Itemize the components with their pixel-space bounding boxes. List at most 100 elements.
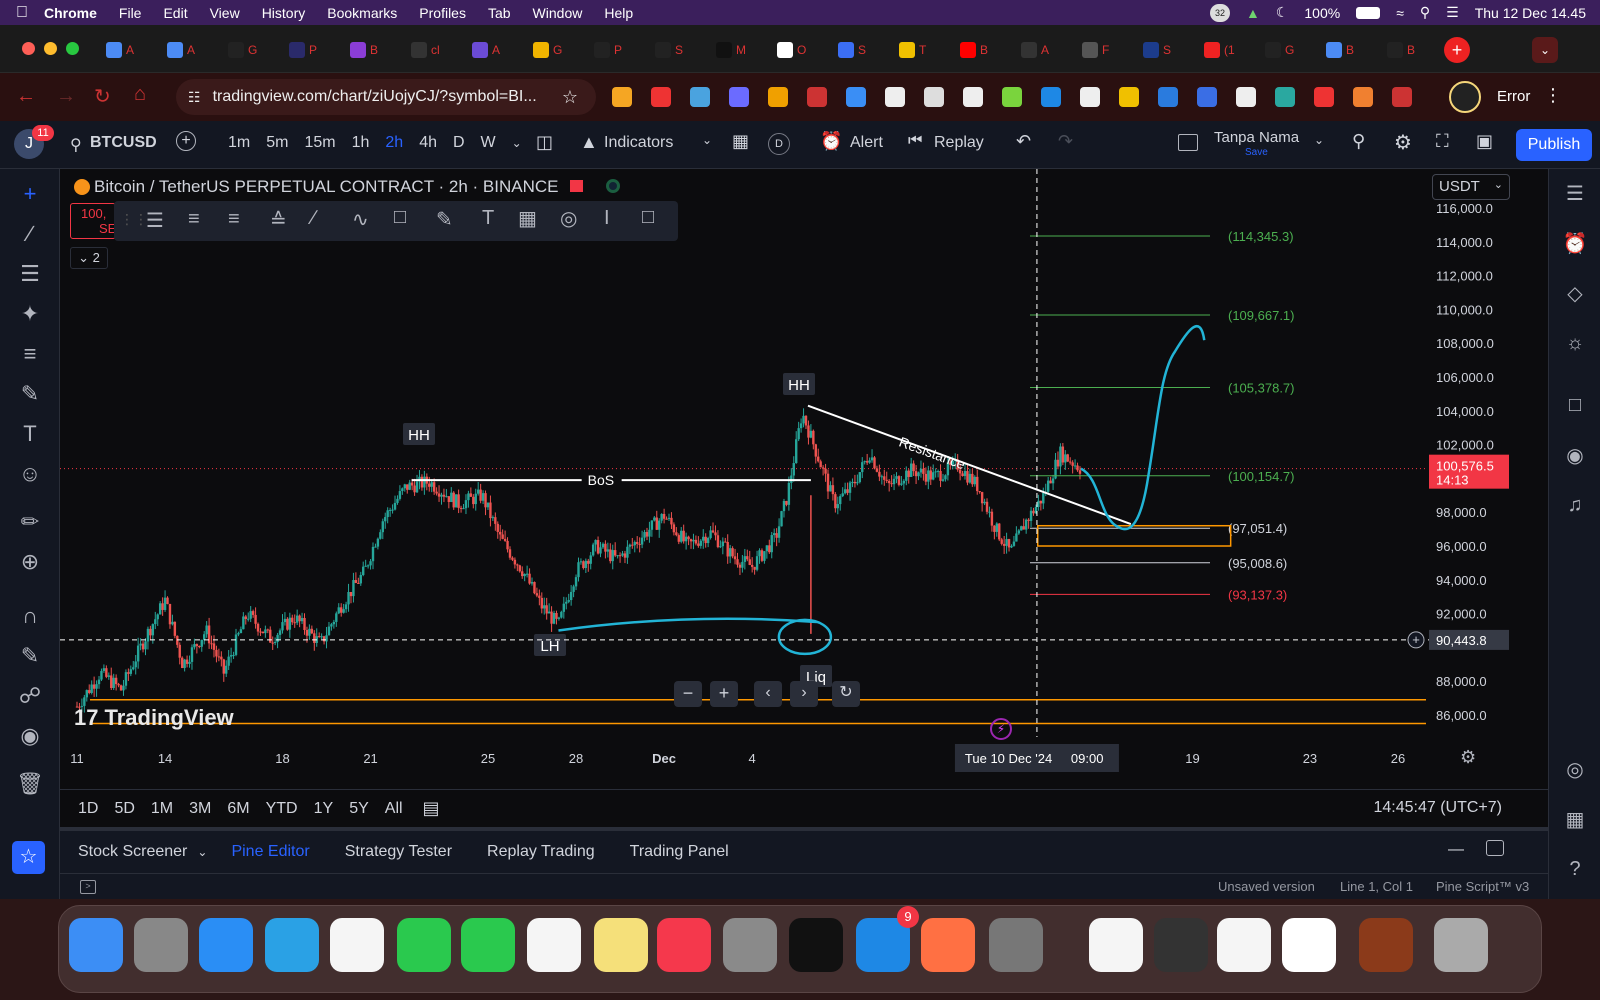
dock-reminders-icon[interactable]: [527, 918, 581, 972]
profile-avatar[interactable]: [1449, 81, 1481, 113]
extension-1-icon[interactable]: [612, 87, 632, 107]
tf-4h[interactable]: 4h: [419, 134, 437, 152]
symbol-name[interactable]: BTCUSD: [90, 134, 157, 152]
home-icon[interactable]: ⌂: [134, 83, 146, 106]
extension-5-icon[interactable]: [768, 87, 788, 107]
lock-drawing-icon[interactable]: ✎: [15, 641, 45, 671]
lightning-event-icon[interactable]: ⚡: [990, 718, 1012, 740]
maximize-window-button[interactable]: [66, 42, 79, 55]
tf-15m[interactable]: 15m: [304, 134, 335, 152]
dom-icon[interactable]: ◎: [1561, 755, 1589, 783]
scroll-right-button[interactable]: ›: [790, 681, 818, 707]
alerts-clock-icon[interactable]: ⏰: [1561, 229, 1589, 257]
ruler-icon[interactable]: ✏: [15, 507, 45, 537]
extension-15-icon[interactable]: [1158, 87, 1178, 107]
hh-label-2[interactable]: HH: [783, 373, 815, 395]
emoji-icon[interactable]: ☺: [15, 459, 45, 489]
forward-icon[interactable]: →: [56, 85, 76, 108]
replay-icon[interactable]: ⏮: [908, 132, 922, 150]
dock-launchpad-icon[interactable]: [134, 918, 188, 972]
streams-icon[interactable]: ◉: [1561, 441, 1589, 469]
menu-window[interactable]: Window: [533, 5, 583, 21]
dock-notes-icon[interactable]: [594, 918, 648, 972]
browser-tab[interactable]: A: [472, 37, 526, 63]
tf-d[interactable]: D: [453, 134, 465, 152]
moon-icon[interactable]: ☾: [1276, 4, 1289, 21]
path-tool-icon[interactable]: ∿: [352, 207, 369, 232]
extension-13-icon[interactable]: [1080, 87, 1100, 107]
apple-icon[interactable]: : [0, 4, 44, 22]
chat-icon[interactable]: □: [1561, 391, 1589, 419]
browser-tab[interactable]: G: [1265, 37, 1319, 63]
dock-tool-icon[interactable]: [921, 918, 975, 972]
redo-icon[interactable]: ↷: [1058, 131, 1073, 152]
parallel-channel-icon[interactable]: ≡: [188, 208, 200, 231]
replay-button[interactable]: Replay: [934, 134, 984, 152]
extension-17-icon[interactable]: [1236, 87, 1256, 107]
pattern-tool-icon[interactable]: ✦: [15, 299, 45, 329]
dock-trash-icon[interactable]: [1434, 918, 1488, 972]
rectangle-tool-icon[interactable]: □: [642, 206, 654, 229]
settings-gear-icon[interactable]: ⚙: [1394, 130, 1412, 155]
sell-price-box[interactable]: 100, SE: [70, 203, 116, 239]
projection-tool-icon[interactable]: ≡: [15, 339, 45, 369]
layout-grid-icon[interactable]: ▦: [732, 131, 749, 152]
ideas-bulb-icon[interactable]: ☼: [1561, 329, 1589, 357]
trash-icon[interactable]: 🗑: [15, 769, 45, 799]
menu-tab[interactable]: Tab: [488, 5, 511, 21]
callout-tool-icon[interactable]: □: [394, 206, 406, 229]
browser-tab[interactable]: T: [899, 37, 953, 63]
dock-chrome-icon[interactable]: [1282, 918, 1336, 972]
spotlight-icon[interactable]: ⚲: [1420, 4, 1430, 21]
indicators-icon[interactable]: ▲: [580, 132, 598, 153]
minimize-window-button[interactable]: [44, 42, 57, 55]
browser-tab[interactable]: G: [533, 37, 587, 63]
menu-profiles[interactable]: Profiles: [419, 5, 466, 21]
chart-flag-icon[interactable]: [570, 180, 583, 192]
site-info-icon[interactable]: ☷: [188, 89, 201, 106]
legend-collapse[interactable]: ⌄ 2: [70, 247, 108, 269]
browser-tab[interactable]: F: [1082, 37, 1136, 63]
profile-error-label[interactable]: Error: [1497, 88, 1530, 105]
control-center-icon[interactable]: ☰: [1446, 4, 1459, 21]
url-text[interactable]: tradingview.com/chart/ziUojyCJ/?symbol=B…: [213, 88, 537, 106]
circle-tool-icon[interactable]: ◎: [560, 206, 577, 231]
symbol-search-icon[interactable]: ⚲: [70, 135, 82, 155]
back-icon[interactable]: ←: [16, 85, 36, 108]
alert-button[interactable]: Alert: [850, 134, 883, 152]
brush-icon[interactable]: ✎: [15, 379, 45, 409]
date-range-calendar-icon[interactable]: ▤: [423, 798, 440, 819]
browser-tab[interactable]: A: [1021, 37, 1075, 63]
dock-iphone-mirroring-icon[interactable]: [989, 918, 1043, 972]
crosshair-icon[interactable]: +: [15, 179, 45, 209]
extension-11-icon[interactable]: [1002, 87, 1022, 107]
layout-save-label[interactable]: Save: [1245, 147, 1268, 158]
tf-2h[interactable]: 2h: [385, 134, 403, 152]
browser-tab[interactable]: B: [350, 37, 404, 63]
period-1m[interactable]: 1M: [151, 800, 173, 818]
scroll-left-button[interactable]: ‹: [754, 681, 782, 707]
eye-icon[interactable]: ◉: [15, 721, 45, 751]
demand-zone-rect[interactable]: [1036, 524, 1232, 547]
period-1d[interactable]: 1D: [78, 800, 98, 818]
lock-icon[interactable]: ☍: [15, 681, 45, 711]
menu-edit[interactable]: Edit: [163, 5, 187, 21]
toolbar-drag-handle[interactable]: ⋮⋮: [120, 211, 148, 228]
compare-symbol-icon[interactable]: +: [176, 131, 196, 151]
panel-minimize-icon[interactable]: —: [1448, 841, 1464, 859]
tf-w[interactable]: W: [481, 134, 496, 152]
pen-tool-icon[interactable]: ✎: [436, 207, 453, 232]
chrome-menu-icon[interactable]: ⋮: [1544, 85, 1562, 106]
undo-icon[interactable]: ↶: [1016, 131, 1031, 152]
tab-trading-panel[interactable]: Trading Panel: [630, 843, 729, 861]
dock-chart-app-icon[interactable]: [1217, 918, 1271, 972]
alert-icon[interactable]: ⏰: [820, 131, 842, 152]
period-3m[interactable]: 3M: [189, 800, 211, 818]
address-bar[interactable]: ☷ tradingview.com/chart/ziUojyCJ/?symbol…: [176, 79, 596, 115]
browser-tab[interactable]: A: [167, 37, 221, 63]
extension-9-icon[interactable]: [924, 87, 944, 107]
tab-strategy-tester[interactable]: Strategy Tester: [345, 843, 452, 861]
chart-title[interactable]: Bitcoin / TetherUS PERPETUAL CONTRACT · …: [94, 177, 558, 197]
extension-10-icon[interactable]: [963, 87, 983, 107]
dock-telegram-icon[interactable]: [265, 918, 319, 972]
